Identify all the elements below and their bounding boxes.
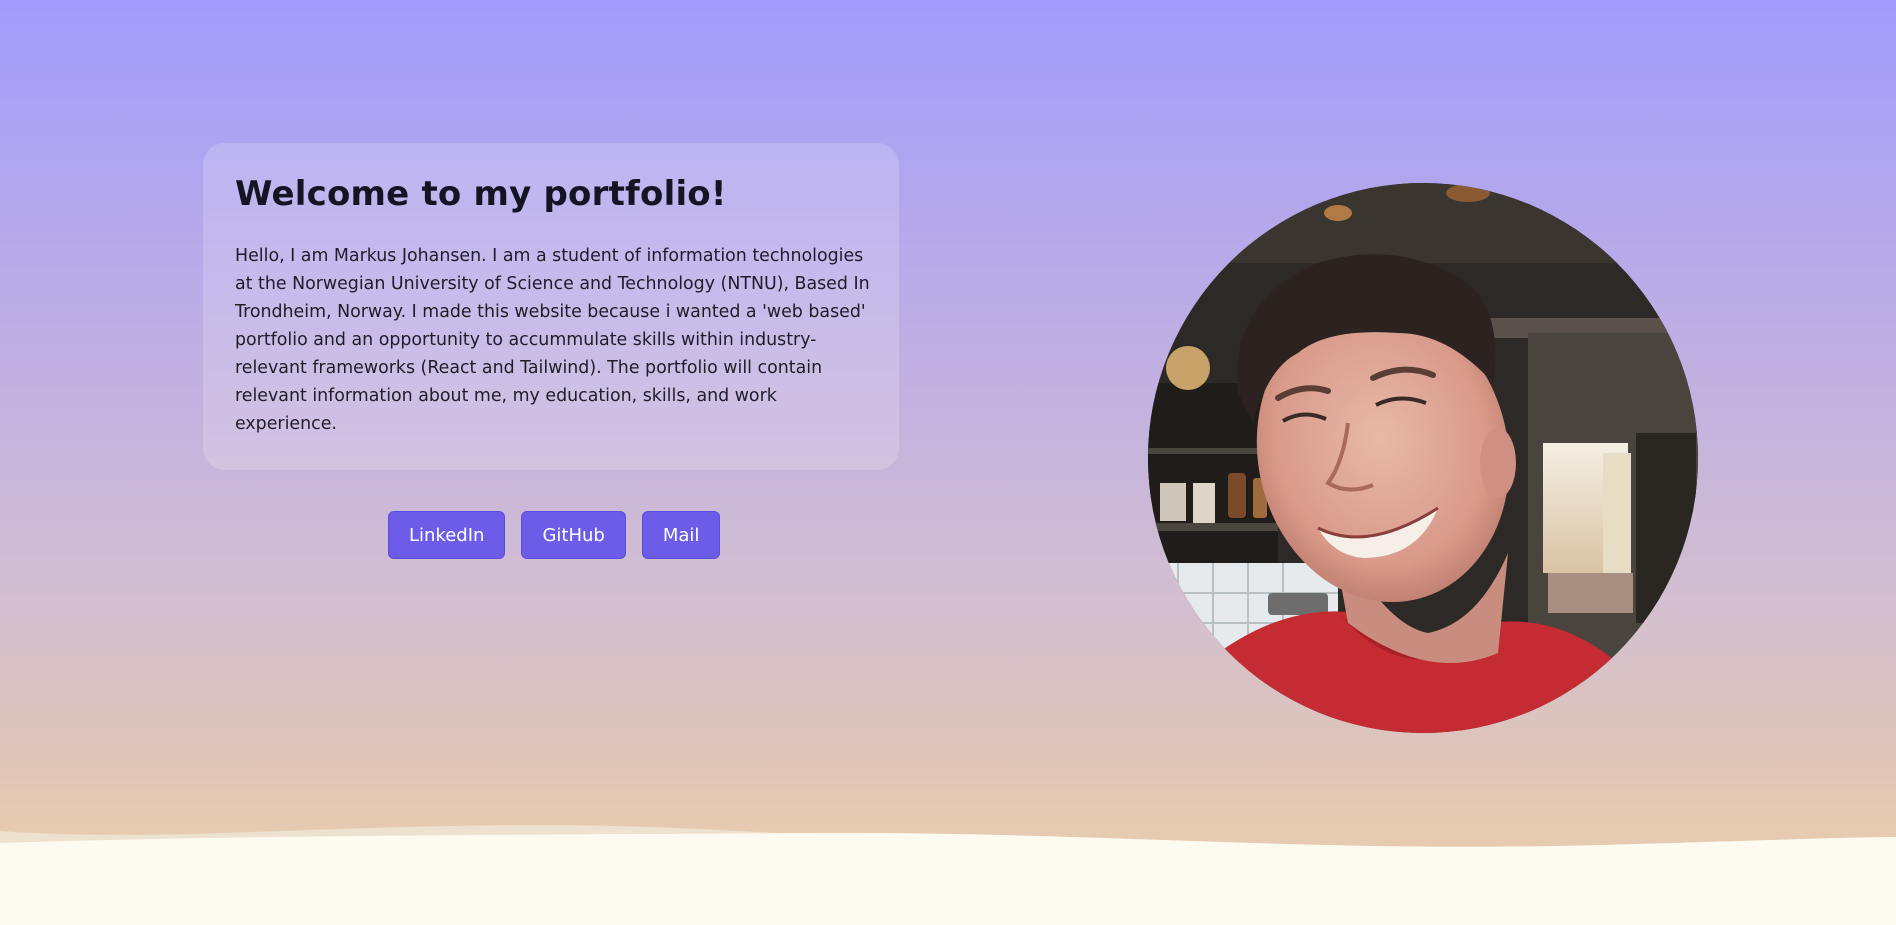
- mail-button[interactable]: Mail: [641, 511, 721, 559]
- intro-description: Hello, I am Markus Johansen. I am a stud…: [235, 246, 870, 435]
- github-button[interactable]: GitHub: [521, 511, 626, 559]
- intro-card: Welcome to my portfolio! Hello, I am Mar…: [203, 143, 899, 470]
- profile-photo: [1148, 183, 1698, 733]
- linkedin-button[interactable]: LinkedIn: [388, 511, 506, 559]
- social-links: LinkedIn GitHub Mail: [388, 511, 721, 559]
- page-title: Welcome to my portfolio!: [235, 174, 727, 214]
- footer-wave: [0, 825, 1896, 925]
